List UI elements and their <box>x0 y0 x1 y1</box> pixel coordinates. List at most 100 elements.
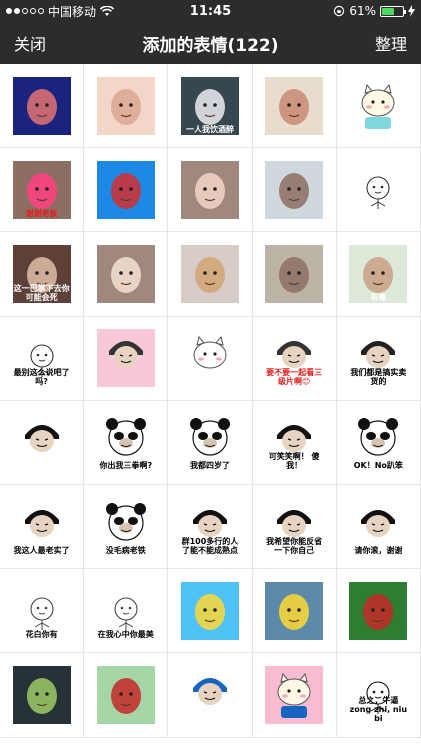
sticker-cell[interactable] <box>168 569 253 654</box>
sticker-cell[interactable] <box>0 400 85 485</box>
sticker-cell[interactable]: OK！No趴笨 <box>336 400 421 485</box>
battery-level <box>382 7 395 15</box>
sticker-thumbnail <box>180 665 239 724</box>
sticker-cell[interactable]: 你出我三拳啊? <box>84 400 169 485</box>
sticker-thumbnail: 这一巴掌下去你可能会死 <box>12 244 71 303</box>
sticker-cell[interactable]: 一人我饮酒醉 <box>168 64 253 149</box>
sticker-caption: 在我心中你最美 <box>97 629 154 639</box>
sticker-cell[interactable] <box>252 148 337 233</box>
sticker-image <box>24 425 59 453</box>
orientation-lock-icon <box>334 5 345 17</box>
sticker-cell[interactable]: 谢谢老板 <box>0 148 85 233</box>
sticker-caption: 可笑笑啊！ 傻我！ <box>268 452 320 471</box>
sticker-thumbnail: 可笑笑啊！ 傻我！ <box>265 413 324 472</box>
wifi-icon <box>100 5 115 16</box>
sticker-thumbnail <box>265 160 324 219</box>
sticker-cell[interactable]: 有毒 <box>336 232 421 317</box>
sticker-cell[interactable]: 在我心中你最美 <box>84 569 169 654</box>
sticker-caption: 我希望你能反省一下你自己 <box>266 536 323 555</box>
sticker-cell[interactable]: 没毛病老铁 <box>84 484 169 570</box>
signal-icon <box>6 8 44 14</box>
sticker-thumbnail <box>12 76 71 135</box>
sticker-cell[interactable] <box>336 569 421 654</box>
sticker-thumbnail <box>265 244 324 303</box>
sticker-caption: 有毒 <box>370 292 387 302</box>
sticker-thumbnail: 没毛病老铁 <box>96 497 155 556</box>
sticker-thumbnail: 在我心中你最美 <box>96 581 155 640</box>
carrier-label: 中国移动 <box>48 4 97 19</box>
sticker-cell[interactable]: 可笑笑啊！ 傻我！ <box>252 400 337 485</box>
status-right: 61% <box>333 4 415 18</box>
sticker-cell[interactable] <box>84 148 169 233</box>
sticker-cell[interactable] <box>0 653 85 738</box>
sticker-grid: 一人我饮酒醉谢谢老板这一巴掌下去你可能会死 有毒最别这么说吧了吗? 要不要一起看三级… <box>0 64 421 750</box>
status-bar: 中国移动 11:45 61% <box>0 0 421 22</box>
sticker-thumbnail: 我这人最老实了 <box>12 497 71 556</box>
sticker-thumbnail <box>96 244 155 303</box>
sticker-thumbnail <box>96 665 155 724</box>
sticker-cell[interactable] <box>336 148 421 233</box>
sticker-caption: 花白你有 <box>25 629 58 639</box>
sticker-thumbnail: 总之，牛逼 zong zhi, niu bi <box>349 665 408 724</box>
sticker-caption: 我们都是搞实卖货的 <box>350 368 407 387</box>
sticker-thumbnail <box>265 665 324 724</box>
sticker-image <box>26 88 57 125</box>
sticker-thumbnail: 我们都是搞实卖货的 <box>349 329 408 388</box>
sticker-cell[interactable] <box>252 653 337 738</box>
sticker-thumbnail <box>265 581 324 640</box>
sticker-thumbnail: 花白你有 <box>12 581 71 640</box>
close-button[interactable]: 关闭 <box>14 31 46 55</box>
sticker-cell[interactable] <box>168 148 253 233</box>
sticker-caption: 你出我三拳啊? <box>99 461 153 471</box>
sticker-cell[interactable] <box>252 569 337 654</box>
sticker-caption: 总之，牛逼 zong zhi, niu bi <box>349 695 408 723</box>
charging-icon <box>408 5 415 17</box>
sticker-image <box>279 172 310 209</box>
organize-button[interactable]: 整理 <box>375 31 407 55</box>
sticker-image <box>192 677 227 705</box>
sticker-cell[interactable]: 总之，牛逼 zong zhi, niu bi <box>336 653 421 738</box>
sticker-thumbnail <box>96 76 155 135</box>
sticker-thumbnail: 你出我三拳啊? <box>96 413 155 472</box>
nav-bar: 关闭 添加的表情(122) 整理 <box>0 22 421 64</box>
sticker-thumbnail <box>349 76 408 135</box>
sticker-cell[interactable] <box>168 316 253 401</box>
sticker-cell[interactable]: 要不要一起看三级片啊😊 <box>252 316 337 401</box>
sticker-image <box>110 172 141 209</box>
sticker-cell[interactable]: 群100多行的人了能不能成熟点 <box>168 484 253 570</box>
sticker-cell[interactable] <box>168 653 253 738</box>
sticker-cell[interactable] <box>336 64 421 149</box>
sticker-cell[interactable]: 我们都是搞实卖货的 <box>336 316 421 401</box>
sticker-thumbnail <box>349 160 408 219</box>
sticker-thumbnail: 有毒 <box>349 244 408 303</box>
sticker-cell[interactable] <box>84 653 169 738</box>
battery-percent: 61% <box>349 4 376 18</box>
sticker-cell[interactable] <box>84 232 169 317</box>
sticker-thumbnail <box>96 160 155 219</box>
sticker-cell[interactable]: 我这人最老实了 <box>0 484 85 570</box>
sticker-thumbnail: OK！No趴笨 <box>349 413 408 472</box>
sticker-cell[interactable] <box>0 64 85 149</box>
sticker-cell[interactable] <box>252 232 337 317</box>
sticker-cell[interactable]: 我都四岁了 <box>168 400 253 485</box>
sticker-cell[interactable]: 这一巴掌下去你可能会死 <box>0 232 85 317</box>
sticker-cell[interactable] <box>84 64 169 149</box>
sticker-cell[interactable]: 请你滚，谢谢 <box>336 484 421 570</box>
sticker-image <box>279 256 310 293</box>
sticker-image <box>110 677 141 714</box>
sticker-cell[interactable] <box>84 316 169 401</box>
sticker-cell[interactable] <box>168 232 253 317</box>
sticker-caption: 谢谢老板 <box>25 208 58 218</box>
sticker-cell[interactable] <box>252 64 337 149</box>
sticker-caption: 要不要一起看三级片啊😊 <box>266 368 323 387</box>
sticker-cell[interactable]: 最别这么说吧了吗? <box>0 316 85 401</box>
sticker-image <box>279 593 310 630</box>
sticker-image <box>277 672 311 718</box>
page-title: 添加的表情(122) <box>142 35 279 56</box>
sticker-caption: 请你滚，谢谢 <box>354 545 403 555</box>
sticker-cell[interactable]: 花白你有 <box>0 569 85 654</box>
sticker-image <box>110 256 141 293</box>
sticker-caption: OK！No趴笨 <box>353 461 403 471</box>
sticker-cell[interactable]: 我希望你能反省一下你自己 <box>252 484 337 570</box>
sticker-thumbnail: 请你滚，谢谢 <box>349 497 408 556</box>
